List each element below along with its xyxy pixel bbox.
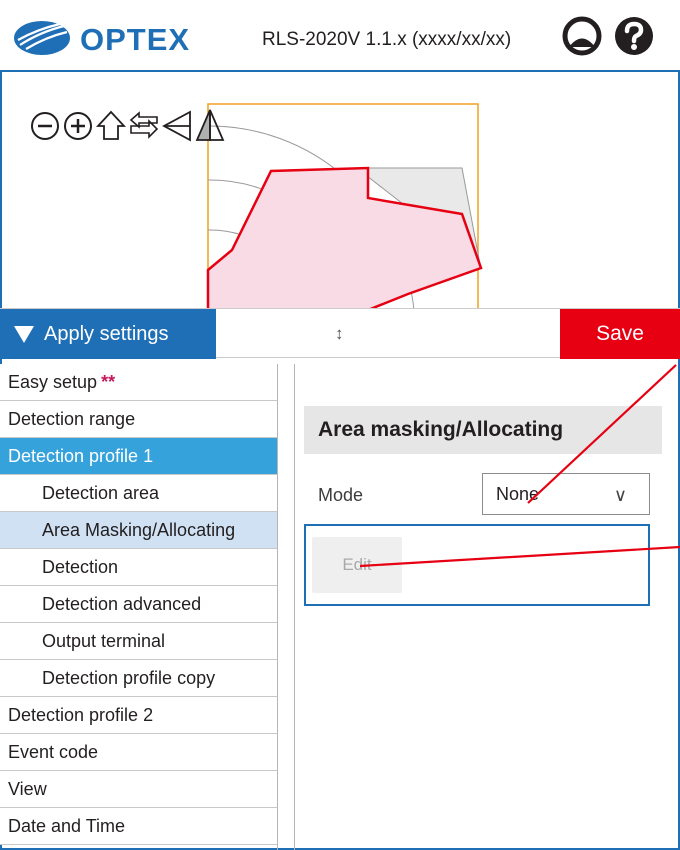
sidebar-item-label: View (8, 778, 47, 799)
svg-text:OPTEX: OPTEX (80, 22, 190, 57)
user-button[interactable] (562, 16, 602, 56)
triangle-down-icon (14, 325, 34, 343)
sidebar-item-date-and-time[interactable]: Date and Time (0, 808, 278, 845)
sidebar-item-label: Detection profile 1 (8, 445, 154, 466)
chevron-down-icon: ∨ (613, 485, 627, 505)
map-toolbar (30, 106, 225, 142)
sidebar-item-label: Output terminal (42, 630, 166, 651)
swap-arrows-icon[interactable] (129, 106, 159, 142)
sidebar-item-detection-profile-1[interactable]: Detection profile 1 (0, 438, 278, 475)
sidebar-item-detection[interactable]: Detection (0, 549, 278, 586)
mode-select-value: None (496, 484, 540, 504)
optex-logo: OPTEX (14, 21, 190, 57)
sidebar-item-label: Area Masking/Allocating (42, 519, 236, 540)
mode-label: Mode (318, 485, 364, 505)
header-bar: OPTEX RLS-2020V 1.1.x (xxxx/xx/xx) (0, 0, 680, 72)
zoom-in-icon[interactable] (63, 106, 93, 142)
sidebar-item-output-terminal[interactable]: Output terminal (0, 623, 278, 660)
action-bar: Apply settings ↕ Save (0, 308, 680, 359)
sidebar-item-event-code[interactable]: Event code (0, 734, 278, 771)
mode-select[interactable]: None ∨ (482, 473, 650, 515)
sidebar-nav: Easy setup ** Detection range Detection … (0, 364, 278, 850)
panel-title: Area masking/Allocating (304, 406, 662, 454)
required-marker: ** (101, 371, 116, 392)
sidebar-item-detection-area[interactable]: Detection area (0, 475, 278, 512)
save-button[interactable]: Save (560, 309, 680, 359)
sidebar-item-detection-profile-2[interactable]: Detection profile 2 (0, 697, 278, 734)
sidebar-item-detection-profile-copy[interactable]: Detection profile copy (0, 660, 278, 697)
sidebar-item-label: Detection profile 2 (8, 704, 154, 725)
zoom-out-icon[interactable] (30, 106, 60, 142)
edit-button[interactable]: Edit (312, 537, 402, 593)
sidebar-item-label: Detection profile copy (42, 667, 216, 688)
home-icon[interactable] (96, 106, 126, 142)
sidebar-item-label: Detection advanced (42, 593, 202, 614)
flip-triangle-icon[interactable] (162, 106, 192, 142)
panel-divider[interactable] (294, 364, 295, 850)
sidebar-item-easy-setup[interactable]: Easy setup ** (0, 364, 278, 401)
help-button[interactable] (614, 16, 654, 56)
apply-settings-button[interactable]: Apply settings (0, 309, 216, 359)
user-circle-icon (562, 16, 602, 56)
resize-handle-icon[interactable]: ↕ (335, 324, 344, 344)
detection-map[interactable] (2, 74, 678, 310)
version-label: RLS-2020V 1.1.x (xxxx/xx/xx) (262, 29, 512, 50)
sidebar-item-label: Date and Time (8, 815, 126, 836)
sidebar-item-label: Event code (8, 741, 99, 762)
sidebar-item-label: Detection (42, 556, 119, 577)
mirror-triangle-icon[interactable] (195, 106, 225, 142)
sidebar-item-detection-range[interactable]: Detection range (0, 401, 278, 438)
sidebar-item-detection-advanced[interactable]: Detection advanced (0, 586, 278, 623)
sidebar-item-label: Detection area (42, 482, 160, 503)
apply-settings-label: Apply settings (44, 322, 169, 345)
sidebar-item-view[interactable]: View (0, 771, 278, 808)
sidebar-item-area-masking[interactable]: Area Masking/Allocating (0, 512, 278, 549)
sidebar-item-label: Easy setup (8, 371, 98, 392)
sidebar-item-label: Detection range (8, 408, 136, 429)
question-circle-icon (615, 17, 653, 55)
